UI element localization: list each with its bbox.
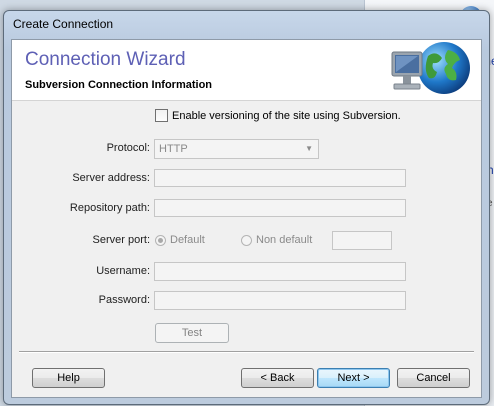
password-field[interactable]: [154, 291, 406, 310]
password-label: Password:: [98, 294, 150, 306]
username-field[interactable]: [154, 262, 406, 281]
server-address-field[interactable]: [154, 169, 406, 187]
server-port-label: Server port:: [92, 234, 150, 246]
port-non-default-label: Non default: [256, 234, 313, 246]
radio-unselected-indicator[interactable]: [241, 234, 252, 246]
enable-versioning-checkbox[interactable]: Enable versioning of the site using Subv…: [155, 109, 401, 122]
repository-path-field[interactable]: [154, 199, 406, 217]
port-non-default-radio[interactable]: Non default: [241, 234, 312, 246]
cancel-button[interactable]: Cancel: [397, 368, 470, 388]
port-default-label: Default: [170, 234, 205, 246]
enable-versioning-label: Enable versioning of the site using Subv…: [172, 109, 401, 122]
footer-divider: [19, 351, 474, 353]
chevron-down-icon: ▼: [305, 144, 313, 153]
wizard-subtitle: Subversion Connection Information: [25, 79, 213, 91]
title-bar[interactable]: Create Connection: [4, 11, 489, 39]
server-port-field[interactable]: [332, 231, 392, 250]
protocol-value: HTTP: [159, 143, 188, 155]
wizard-title: Connection Wizard: [25, 49, 186, 70]
username-label: Username:: [96, 265, 150, 277]
dialog-client-area: Connection Wizard Subversion Connection …: [11, 39, 482, 398]
repository-path-label: Repository path:: [69, 202, 150, 214]
create-connection-dialog: Create Connection Connection Wizard Subv…: [3, 10, 490, 405]
protocol-select[interactable]: HTTP ▼: [154, 139, 319, 159]
port-default-radio[interactable]: Default: [155, 234, 205, 246]
test-button[interactable]: Test: [155, 323, 229, 343]
next-button[interactable]: Next >: [317, 368, 390, 388]
radio-selected-indicator[interactable]: [155, 234, 166, 246]
computer-globe-icon: [391, 42, 470, 94]
window-title: Create Connection: [13, 17, 114, 31]
help-button[interactable]: Help: [32, 368, 105, 388]
server-address-label: Server address:: [72, 172, 150, 184]
back-button[interactable]: < Back: [241, 368, 314, 388]
wizard-banner: Connection Wizard Subversion Connection …: [12, 40, 481, 101]
protocol-label: Protocol:: [106, 142, 150, 154]
checkbox-box[interactable]: [155, 109, 168, 122]
